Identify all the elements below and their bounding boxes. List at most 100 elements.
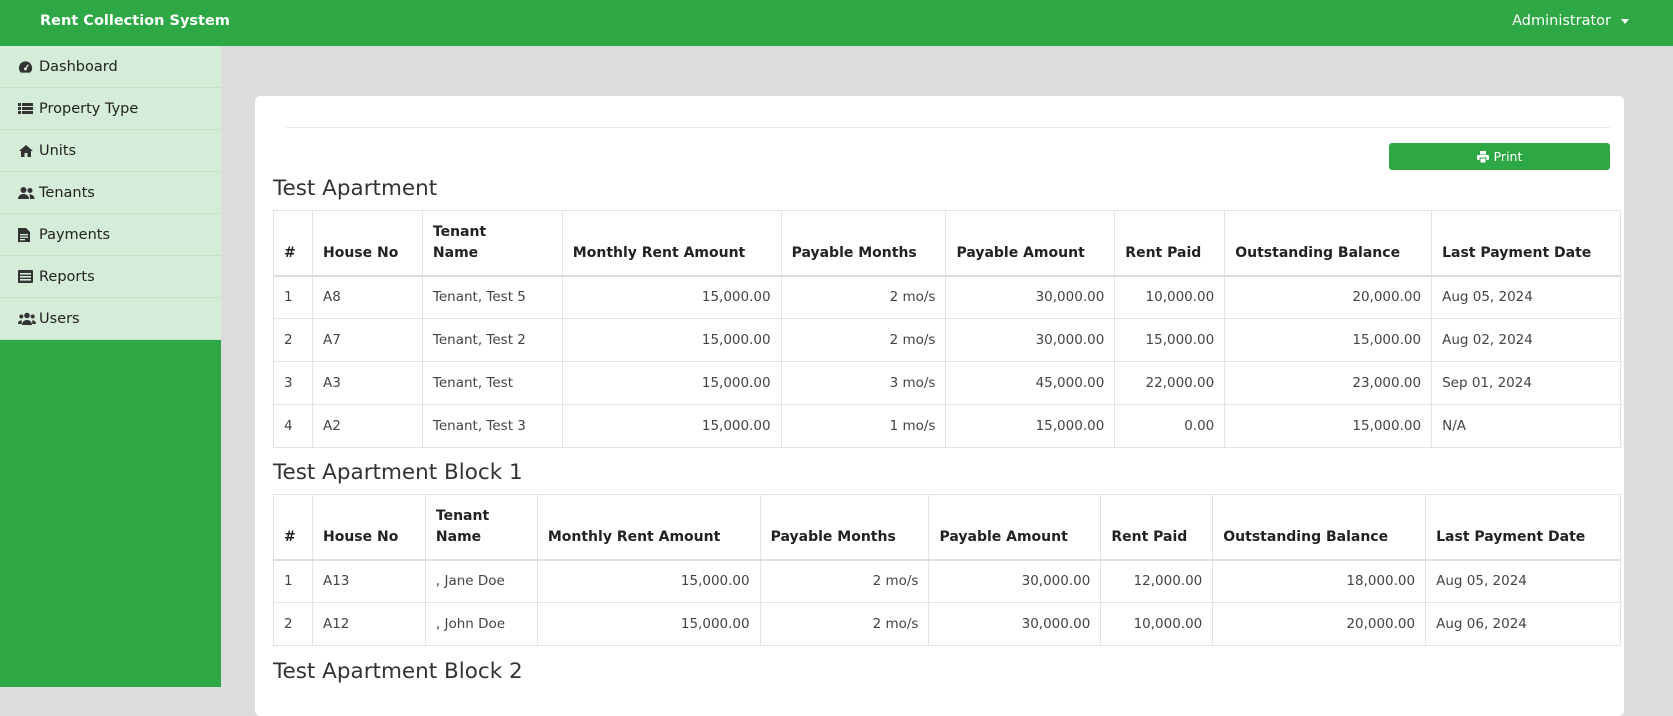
table-row: 4 A2 Tenant, Test 3 15,000.00 1 mo/s 15,… bbox=[273, 404, 1621, 448]
cell-monthly-rent: 15,000.00 bbox=[536, 559, 761, 603]
cell-payable-months: 2 mo/s bbox=[780, 318, 947, 362]
cell-rent-paid: 10,000.00 bbox=[1114, 275, 1226, 319]
sidebar-item-label: Tenants bbox=[39, 184, 95, 201]
table-row: 3 A3 Tenant, Test 15,000.00 3 mo/s 45,00… bbox=[273, 361, 1621, 405]
cell-outstanding-balance: 15,000.00 bbox=[1224, 404, 1433, 448]
sidebar: Dashboard Property Type Units Tenants Pa… bbox=[0, 46, 221, 687]
column-header: Rent Paid bbox=[1100, 494, 1214, 561]
cell-tenant-name: Tenant, Test 5 bbox=[421, 275, 563, 319]
cell-outstanding-balance: 23,000.00 bbox=[1224, 361, 1433, 405]
table-row: 2 A12 , John Doe 15,000.00 2 mo/s 30,000… bbox=[273, 602, 1621, 646]
column-header: Payable Months bbox=[759, 494, 930, 561]
cell-monthly-rent: 15,000.00 bbox=[561, 318, 782, 362]
sidebar-item-label: Property Type bbox=[39, 100, 139, 117]
column-header: Payable Amount bbox=[945, 210, 1116, 277]
cell-outstanding-balance: 18,000.00 bbox=[1212, 559, 1427, 603]
sidebar-item-label: Payments bbox=[39, 226, 111, 243]
column-header: Payable Months bbox=[780, 210, 947, 277]
cell-last-payment-date: Aug 05, 2024 bbox=[1425, 559, 1621, 603]
sidebar-item-payments[interactable]: Payments bbox=[0, 214, 221, 256]
home-icon bbox=[18, 144, 35, 158]
sidebar-item-label: Dashboard bbox=[39, 58, 118, 75]
rent-table: # House No Tenant Name Monthly Rent Amoun… bbox=[273, 494, 1621, 646]
column-header: Monthly Rent Amount bbox=[536, 494, 761, 561]
app-brand[interactable]: Rent Collection System bbox=[40, 13, 230, 29]
column-header: Last Payment Date bbox=[1425, 494, 1621, 561]
cell-outstanding-balance: 15,000.00 bbox=[1224, 318, 1433, 362]
sidebar-item-units[interactable]: Units bbox=[0, 130, 221, 172]
cell-tenant-name: Tenant, Test bbox=[421, 361, 563, 405]
cell-number: 2 bbox=[273, 318, 313, 362]
column-header-line: Name bbox=[435, 528, 482, 545]
print-icon bbox=[1476, 150, 1489, 163]
sidebar-item-property-type[interactable]: Property Type bbox=[0, 88, 221, 130]
sidebar-item-tenants[interactable]: Tenants bbox=[0, 172, 221, 214]
column-header: Last Payment Date bbox=[1431, 210, 1621, 277]
divider bbox=[286, 127, 1610, 128]
table-header-row: # House No Tenant Name Monthly Rent Amoun… bbox=[273, 210, 1621, 277]
cell-payable-amount: 45,000.00 bbox=[945, 361, 1116, 405]
cell-rent-paid: 12,000.00 bbox=[1100, 559, 1214, 603]
cell-house-no: A12 bbox=[311, 602, 426, 646]
cell-payable-amount: 30,000.00 bbox=[945, 275, 1116, 319]
cell-tenant-name: Tenant, Test 2 bbox=[421, 318, 563, 362]
cell-payable-amount: 30,000.00 bbox=[928, 559, 1102, 603]
column-header: House No bbox=[311, 210, 423, 277]
user-friends-icon bbox=[18, 186, 35, 200]
cell-house-no: A13 bbox=[311, 559, 426, 603]
column-header-line: Name bbox=[432, 244, 479, 261]
cell-payable-amount: 30,000.00 bbox=[945, 318, 1116, 362]
cell-number: 4 bbox=[273, 404, 313, 448]
column-header: Outstanding Balance bbox=[1224, 210, 1433, 277]
sidebar-item-label: Units bbox=[39, 142, 77, 159]
section-title: Test Apartment Block 1 bbox=[273, 460, 523, 485]
cell-rent-paid: 22,000.00 bbox=[1114, 361, 1226, 405]
cell-number: 1 bbox=[273, 559, 313, 603]
sidebar-item-label: Users bbox=[39, 310, 80, 327]
cell-monthly-rent: 15,000.00 bbox=[561, 404, 782, 448]
cell-house-no: A2 bbox=[311, 404, 423, 448]
report-card: Print Test Apartment # House No Tenant Na… bbox=[255, 96, 1624, 716]
cell-monthly-rent: 15,000.00 bbox=[561, 361, 782, 405]
column-header: Payable Amount bbox=[928, 494, 1102, 561]
cell-outstanding-balance: 20,000.00 bbox=[1224, 275, 1433, 319]
top-navbar: Rent Collection System Administrator bbox=[0, 0, 1673, 46]
cell-tenant-name: Tenant, Test 3 bbox=[421, 404, 563, 448]
print-label: Print bbox=[1493, 149, 1523, 164]
cell-number: 1 bbox=[273, 275, 313, 319]
cell-last-payment-date: N/A bbox=[1431, 404, 1621, 448]
file-invoice-icon bbox=[18, 227, 35, 242]
table-list-icon bbox=[18, 269, 35, 284]
table-row: 1 A8 Tenant, Test 5 15,000.00 2 mo/s 30,… bbox=[273, 275, 1621, 319]
table-header-row: # House No Tenant Name Monthly Rent Amoun… bbox=[273, 494, 1621, 561]
column-header: Tenant Name bbox=[421, 210, 563, 277]
cell-rent-paid: 10,000.00 bbox=[1100, 602, 1214, 646]
column-header-line: Tenant bbox=[432, 223, 487, 240]
print-button[interactable]: Print bbox=[1389, 143, 1610, 170]
column-header: Tenant Name bbox=[424, 494, 538, 561]
cell-rent-paid: 15,000.00 bbox=[1114, 318, 1226, 362]
section-title: Test Apartment Block 2 bbox=[273, 659, 523, 684]
cell-monthly-rent: 15,000.00 bbox=[561, 275, 782, 319]
column-header-line: Tenant bbox=[435, 507, 490, 524]
sidebar-item-dashboard[interactable]: Dashboard bbox=[0, 46, 221, 88]
sidebar-item-label: Reports bbox=[39, 268, 95, 285]
section-title: Test Apartment bbox=[273, 176, 438, 201]
column-header: # bbox=[273, 210, 313, 277]
sidebar-item-users[interactable]: Users bbox=[0, 298, 221, 340]
dashboard-icon bbox=[18, 60, 35, 74]
cell-number: 2 bbox=[273, 602, 313, 646]
cell-rent-paid: 0.00 bbox=[1114, 404, 1226, 448]
sidebar-item-reports[interactable]: Reports bbox=[0, 256, 221, 298]
cell-payable-months: 3 mo/s bbox=[780, 361, 947, 405]
cell-monthly-rent: 15,000.00 bbox=[536, 602, 761, 646]
cell-house-no: A3 bbox=[311, 361, 423, 405]
table-row: 1 A13 , Jane Doe 15,000.00 2 mo/s 30,000… bbox=[273, 559, 1621, 603]
column-header: # bbox=[273, 494, 313, 561]
user-menu[interactable]: Administrator bbox=[1512, 13, 1629, 29]
cell-last-payment-date: Sep 01, 2024 bbox=[1431, 361, 1621, 405]
table-row: 2 A7 Tenant, Test 2 15,000.00 2 mo/s 30,… bbox=[273, 318, 1621, 362]
column-header: Rent Paid bbox=[1114, 210, 1226, 277]
cell-tenant-name: , John Doe bbox=[424, 602, 538, 646]
cell-last-payment-date: Aug 02, 2024 bbox=[1431, 318, 1621, 362]
